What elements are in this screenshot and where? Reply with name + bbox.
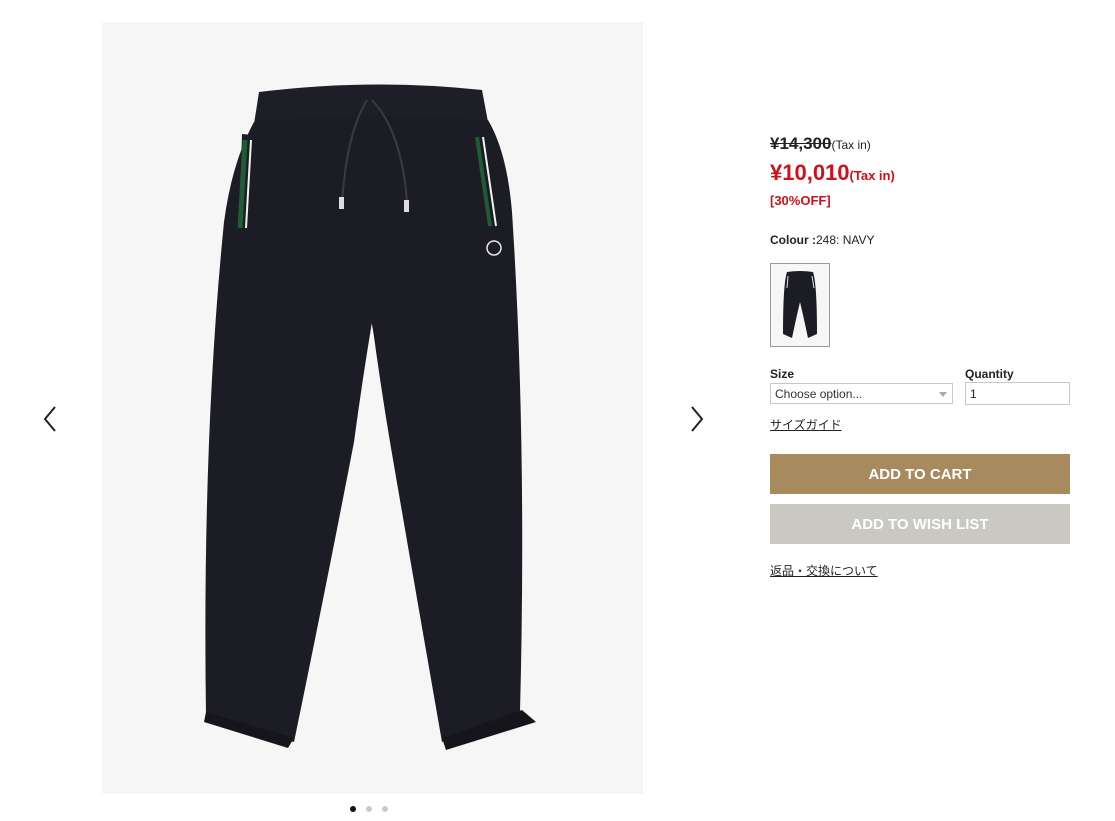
chevron-down-icon (939, 392, 947, 397)
colour-value: 248: NAVY (816, 233, 875, 247)
size-select[interactable]: Choose option... (770, 383, 953, 404)
returns-exchange-link[interactable]: 返品・交換について (770, 562, 878, 579)
gallery-prev-button[interactable] (36, 402, 66, 436)
product-page: ¥14,300(Tax in) ¥10,010(Tax in) [30%OFF]… (0, 0, 1115, 821)
product-image (102, 22, 643, 794)
size-label: Size (770, 367, 795, 381)
navy-pants-thumbnail (783, 271, 817, 338)
colour-swatch-navy[interactable] (770, 263, 830, 347)
sale-price: ¥10,010(Tax in) (770, 160, 895, 186)
gallery-dot-2[interactable] (366, 806, 372, 812)
gallery-next-button[interactable] (681, 402, 711, 436)
colour-label: Colour : (770, 233, 816, 247)
size-select-value: Choose option... (775, 387, 863, 401)
discount-badge: [30%OFF] (770, 193, 831, 208)
sale-price-tax: (Tax in) (849, 168, 895, 183)
gallery-dot-3[interactable] (382, 806, 388, 812)
add-to-wishlist-button[interactable]: ADD TO WISH LIST (770, 504, 1070, 544)
chevron-right-icon (691, 406, 704, 432)
quantity-label: Quantity (965, 367, 1014, 381)
size-guide-link[interactable]: サイズガイド (770, 416, 842, 433)
add-to-cart-button[interactable]: ADD TO CART (770, 454, 1070, 494)
sweatpants-image (204, 84, 536, 750)
colour-info: Colour :248: NAVY (770, 233, 874, 247)
original-price-tax: (Tax in) (831, 138, 871, 152)
gallery-dot-1[interactable] (350, 806, 356, 812)
original-price-amount: ¥14,300 (770, 134, 832, 153)
quantity-input[interactable] (965, 382, 1070, 405)
original-price: ¥14,300(Tax in) (770, 134, 871, 154)
chevron-left-icon (43, 406, 56, 432)
gallery-pagination (350, 806, 388, 812)
sale-price-amount: ¥10,010 (770, 160, 850, 185)
